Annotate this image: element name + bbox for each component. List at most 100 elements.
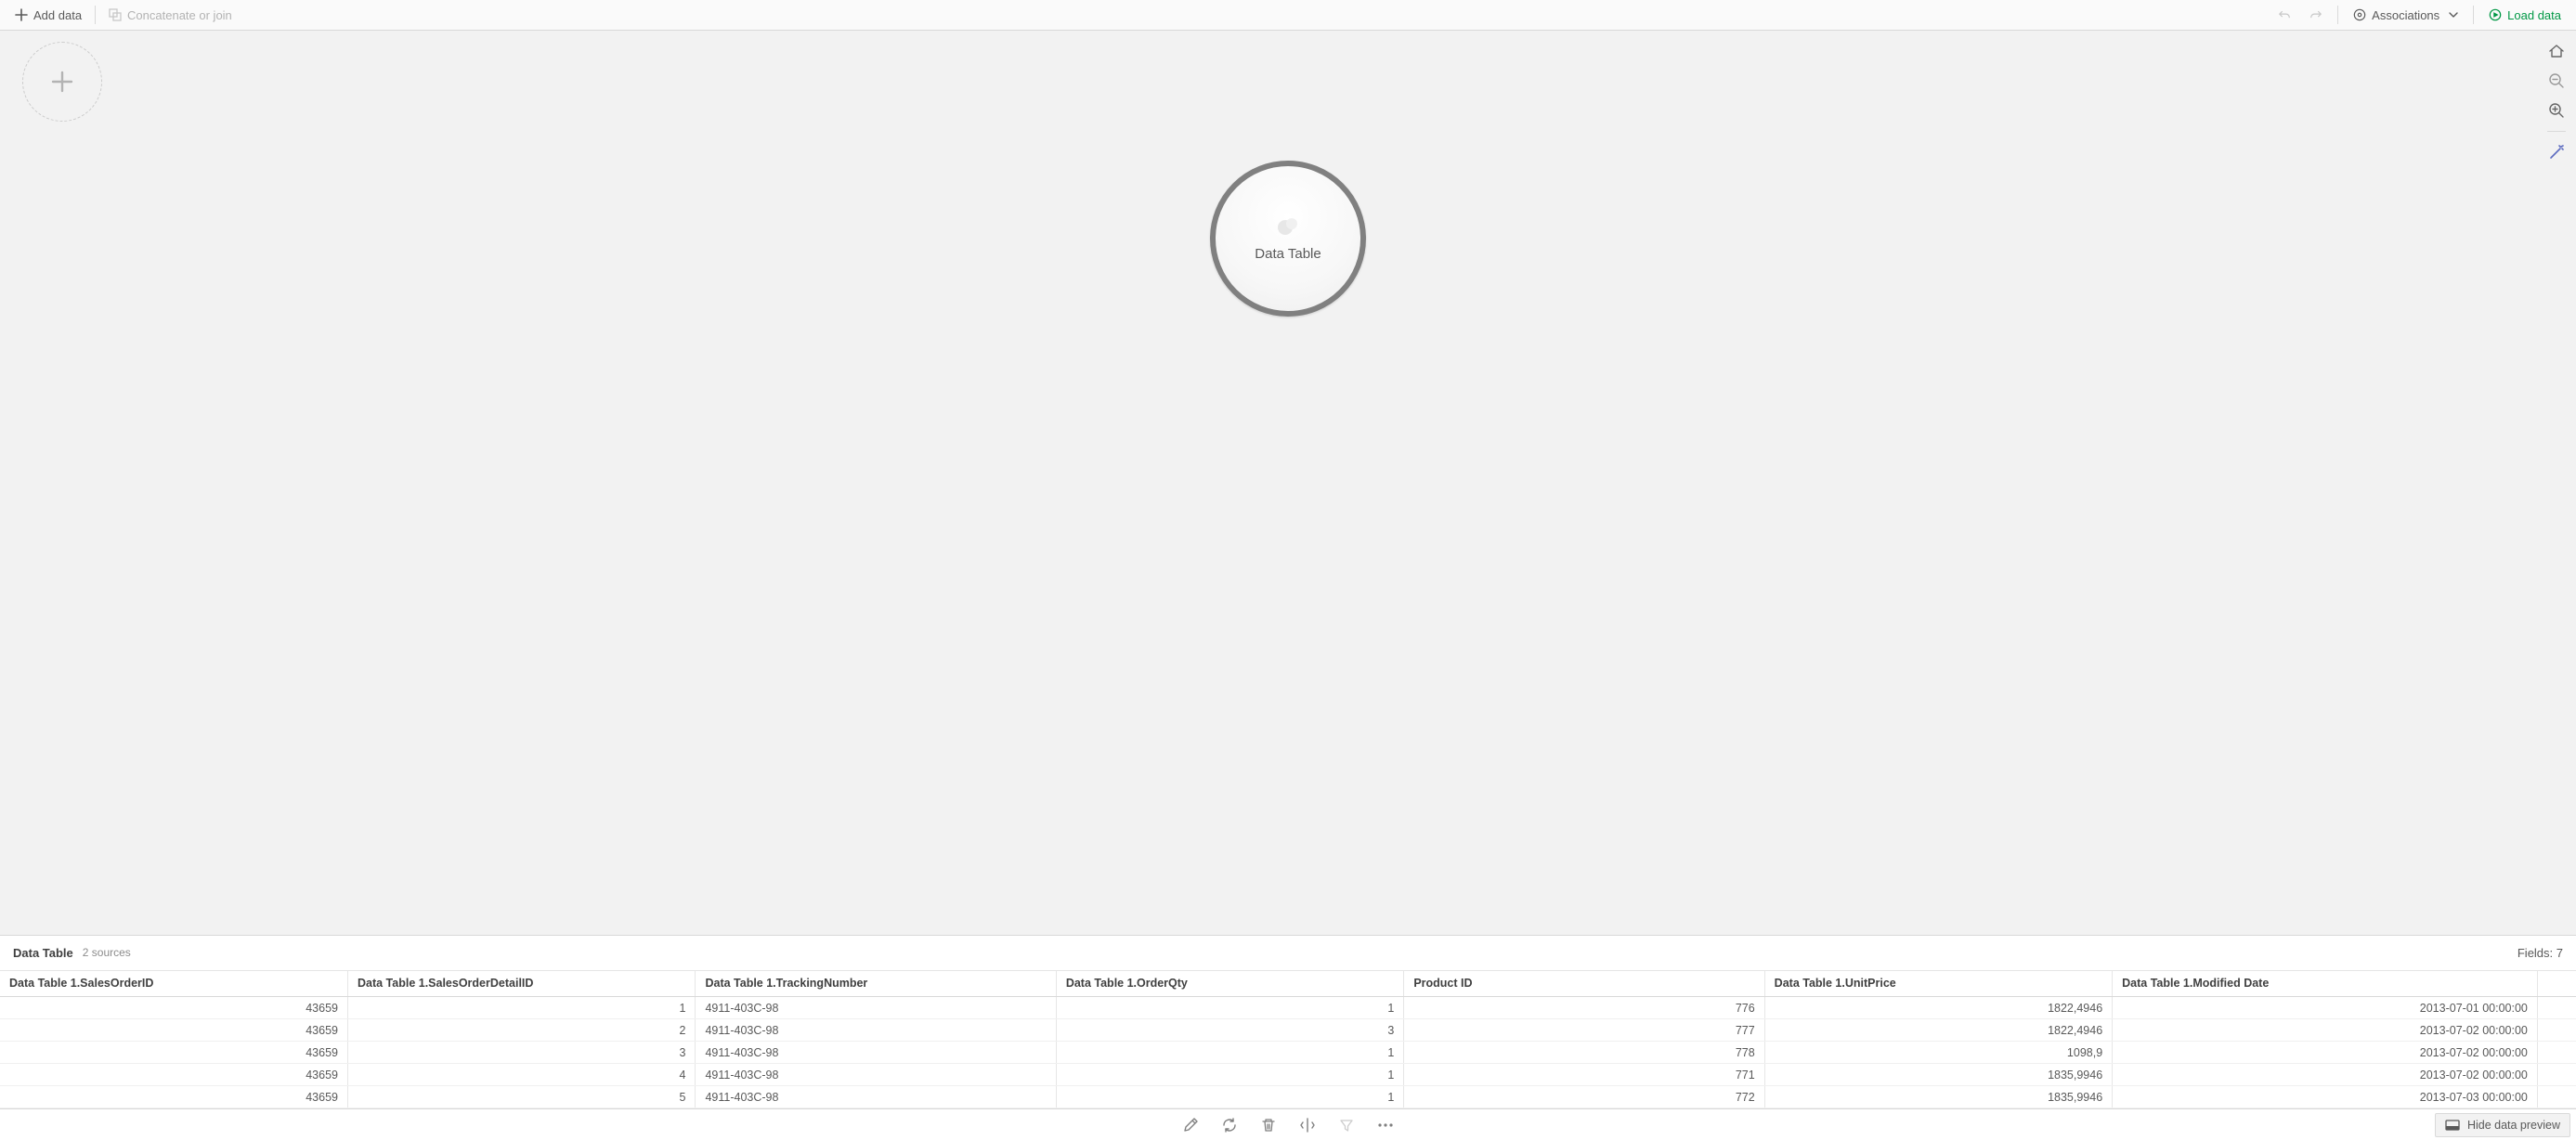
table-cell: 772 (1404, 1086, 1764, 1108)
table-cell: 2013-07-02 00:00:00 (2113, 1064, 2538, 1086)
filter-button (1337, 1116, 1356, 1134)
plus-icon (15, 8, 28, 21)
table-cell: 43659 (0, 1064, 347, 1086)
home-icon (2548, 43, 2565, 59)
zoom-out-button[interactable] (2545, 70, 2568, 92)
table-cell: 1835,9946 (1764, 1086, 2112, 1108)
table-row[interactable]: 4365914911-403C-9817761822,49462013-07-0… (0, 997, 2576, 1019)
gutter (2537, 1086, 2576, 1108)
table-cell: 1 (347, 997, 695, 1019)
table-cell: 1098,9 (1764, 1042, 2112, 1064)
associations-icon (2353, 8, 2366, 21)
associations-label: Associations (2372, 8, 2439, 22)
bottom-action-bar: Hide data preview (0, 1108, 2576, 1140)
undo-button (2270, 3, 2298, 27)
table-cell: 2013-07-03 00:00:00 (2113, 1086, 2538, 1108)
table-cell: 1 (1056, 997, 1403, 1019)
data-preview-table: Data Table 1.SalesOrderIDData Table 1.Sa… (0, 970, 2576, 1109)
table-cell: 1 (1056, 1086, 1403, 1108)
gutter (2537, 997, 2576, 1019)
chevron-down-icon (2449, 12, 2458, 18)
split-button[interactable] (1298, 1116, 1317, 1134)
table-cell: 2013-07-02 00:00:00 (2113, 1019, 2538, 1042)
panel-icon (2445, 1120, 2460, 1131)
toolbar-divider (2547, 131, 2566, 132)
magic-wand-button[interactable] (2545, 141, 2568, 163)
table-cell: 4911-403C-98 (696, 997, 1056, 1019)
add-table-bubble[interactable] (22, 42, 102, 122)
more-button[interactable] (1376, 1116, 1395, 1134)
table-row[interactable]: 4365944911-403C-9817711835,99462013-07-0… (0, 1064, 2576, 1086)
table-cell: 4911-403C-98 (696, 1064, 1056, 1086)
gutter (2537, 1042, 2576, 1064)
zoom-in-icon (2548, 102, 2565, 119)
preview-title: Data Table (13, 946, 73, 960)
edit-button[interactable] (1181, 1116, 1200, 1134)
associations-button[interactable]: Associations (2346, 3, 2465, 27)
gutter (2537, 1019, 2576, 1042)
redo-icon (2309, 8, 2322, 21)
table-cell: 771 (1404, 1064, 1764, 1086)
toolbar-divider (2473, 6, 2474, 24)
table-cell: 5 (347, 1086, 695, 1108)
column-header[interactable]: Data Table 1.OrderQty (1056, 971, 1403, 997)
column-header[interactable]: Data Table 1.SalesOrderID (0, 971, 347, 997)
table-cell: 4911-403C-98 (696, 1086, 1056, 1108)
magic-wand-icon (2548, 144, 2565, 161)
table-row[interactable]: 4365954911-403C-9817721835,99462013-07-0… (0, 1086, 2576, 1108)
delete-button[interactable] (1259, 1116, 1278, 1134)
column-header[interactable]: Data Table 1.UnitPrice (1764, 971, 2112, 997)
toolbar-divider (2337, 6, 2338, 24)
table-bubble-data-table[interactable]: Data Table (1210, 161, 1366, 317)
table-cell: 43659 (0, 1042, 347, 1064)
toolbar-divider (95, 6, 96, 24)
column-header[interactable]: Data Table 1.Modified Date (2113, 971, 2538, 997)
table-bubble-label: Data Table (1255, 246, 1321, 262)
table-cell: 3 (347, 1042, 695, 1064)
split-icon (1299, 1117, 1316, 1134)
table-cell: 777 (1404, 1019, 1764, 1042)
table-cell: 43659 (0, 1019, 347, 1042)
filter-icon (1338, 1117, 1355, 1134)
plus-icon (49, 69, 75, 95)
table-row[interactable]: 4365934911-403C-9817781098,92013-07-02 0… (0, 1042, 2576, 1064)
data-model-canvas[interactable]: Data Table (0, 31, 2576, 935)
load-data-button[interactable]: Load data (2481, 3, 2569, 27)
zoom-out-icon (2548, 72, 2565, 89)
bubbles-icon (1276, 216, 1300, 237)
table-cell: 43659 (0, 1086, 347, 1108)
add-data-button[interactable]: Add data (7, 3, 89, 27)
column-header[interactable]: Product ID (1404, 971, 1764, 997)
table-cell: 776 (1404, 997, 1764, 1019)
table-cell: 4911-403C-98 (696, 1042, 1056, 1064)
table-cell: 778 (1404, 1042, 1764, 1064)
redo-button (2302, 3, 2330, 27)
gutter (2537, 1064, 2576, 1086)
reload-button[interactable] (1220, 1116, 1239, 1134)
refresh-icon (1221, 1117, 1238, 1134)
canvas-vertical-toolbar (2543, 40, 2570, 163)
preview-subtitle: 2 sources (83, 946, 131, 959)
zoom-in-button[interactable] (2545, 99, 2568, 122)
column-header[interactable]: Data Table 1.SalesOrderDetailID (347, 971, 695, 997)
table-row[interactable]: 4365924911-403C-9837771822,49462013-07-0… (0, 1019, 2576, 1042)
table-cell: 2013-07-02 00:00:00 (2113, 1042, 2538, 1064)
gutter (2537, 971, 2576, 997)
table-cell: 4 (347, 1064, 695, 1086)
hide-data-preview-button[interactable]: Hide data preview (2435, 1113, 2570, 1137)
concatenate-join-button: Concatenate or join (101, 3, 240, 27)
preview-header: Data Table 2 sources Fields: 7 (0, 935, 2576, 970)
table-cell: 1 (1056, 1064, 1403, 1086)
trash-icon (1260, 1117, 1277, 1134)
fields-count: Fields: 7 (2517, 946, 2563, 960)
more-icon (1377, 1122, 1394, 1128)
table-cell: 3 (1056, 1019, 1403, 1042)
table-cell: 2013-07-01 00:00:00 (2113, 997, 2538, 1019)
undo-icon (2278, 8, 2291, 21)
table-cell: 43659 (0, 997, 347, 1019)
home-button[interactable] (2545, 40, 2568, 62)
column-header[interactable]: Data Table 1.TrackingNumber (696, 971, 1056, 997)
table-cell: 1835,9946 (1764, 1064, 2112, 1086)
table-cell: 1822,4946 (1764, 997, 2112, 1019)
table-cell: 1 (1056, 1042, 1403, 1064)
